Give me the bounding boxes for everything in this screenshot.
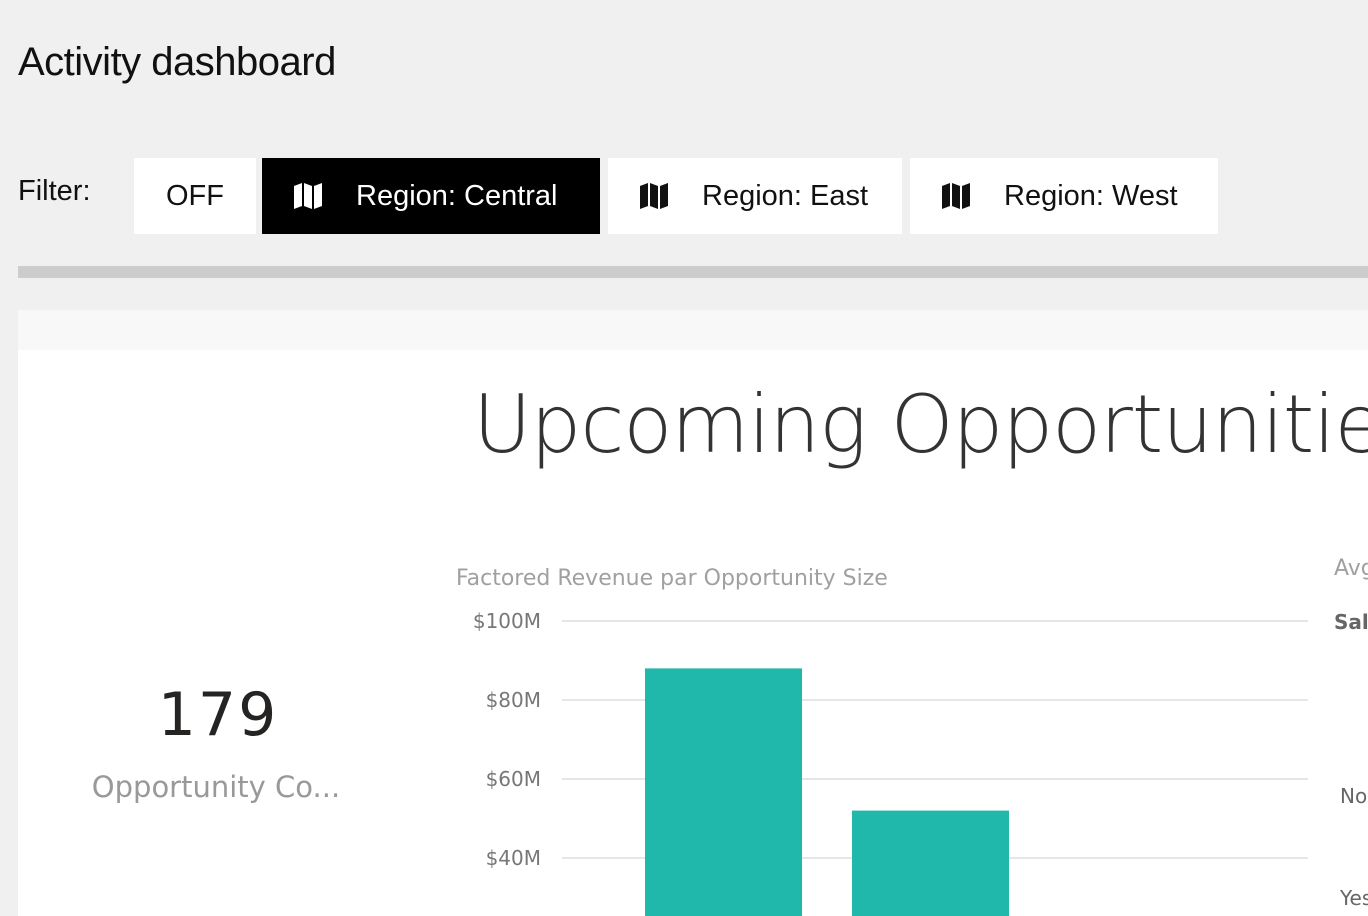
factored-revenue-bar-chart[interactable]: $40M $60M $80M $100M: [438, 600, 1318, 916]
divider-bar: [18, 266, 1368, 278]
y-axis-tick-label: $60M: [486, 767, 541, 791]
filter-label: Filter:: [18, 175, 91, 207]
kpi-card-label: Opportunity Co...: [91, 770, 341, 804]
filter-region-west-button[interactable]: Region: West: [910, 158, 1218, 234]
filter-region-west-label: Region: West: [1004, 179, 1178, 212]
y-axis-tick-label: $80M: [486, 688, 541, 712]
report-header-strip: [18, 310, 1368, 350]
map-icon: [940, 180, 972, 212]
chart-bar[interactable]: [852, 810, 1009, 916]
right-visual-category-no: No: [1340, 784, 1368, 808]
y-axis-tick-label: $100M: [473, 609, 541, 633]
filter-region-central-button[interactable]: Region: Central: [262, 158, 600, 234]
filter-region-east-button[interactable]: Region: East: [608, 158, 902, 234]
chart-bar[interactable]: [645, 668, 802, 916]
report-canvas[interactable]: Upcoming Opportunities b 179 Opportunity…: [18, 350, 1368, 916]
kpi-card-value[interactable]: 179: [18, 680, 418, 750]
report-title: Upcoming Opportunities b: [473, 378, 1368, 471]
right-visual-title: Avg: [1334, 556, 1368, 581]
y-axis-tick-label: $40M: [486, 846, 541, 870]
filter-off-label: OFF: [166, 179, 224, 212]
right-visual-legend: Sale: [1334, 610, 1368, 634]
page-title: Activity dashboard: [18, 40, 336, 84]
right-visual-category-yes: Yes: [1340, 886, 1368, 910]
map-icon: [292, 180, 324, 212]
filter-off-button[interactable]: OFF: [134, 158, 256, 234]
chart-title: Factored Revenue par Opportunity Size: [456, 566, 888, 591]
filter-region-east-label: Region: East: [702, 179, 869, 212]
filter-region-central-label: Region: Central: [356, 179, 558, 212]
map-icon: [638, 180, 670, 212]
